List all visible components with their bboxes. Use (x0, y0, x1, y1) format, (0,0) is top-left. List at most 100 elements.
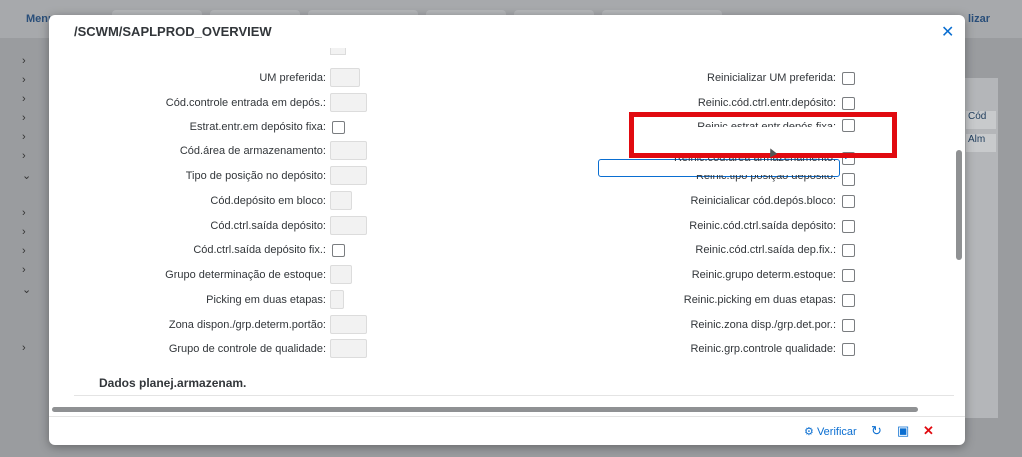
field-row: Grupo determinação de estoque: (49, 265, 326, 285)
zona-dispon-input[interactable] (330, 315, 367, 334)
field-row: Reinic.cód.ctrl.saída depósito: (549, 216, 836, 236)
save-icon[interactable]: ▣ (897, 423, 909, 439)
tree-node[interactable]: › (22, 55, 50, 67)
tree-node[interactable]: › (22, 245, 50, 257)
field-label: Cód.área de armazenamento: (179, 145, 326, 157)
field-row: Estrat.entr.em depósito fixa: (49, 117, 326, 137)
field-label: Reinic.cód.ctrl.saída dep.fix.: (695, 244, 836, 256)
field-row: Cód.controle entrada em depós.: (49, 93, 326, 113)
input-field-partial (330, 48, 346, 55)
tree-node[interactable]: › (22, 342, 50, 354)
section-title: Dados planej.armazenam. (99, 376, 247, 390)
cod-ctrl-saida-input[interactable] (330, 216, 367, 235)
estrat-entr-checkbox[interactable] (332, 121, 345, 134)
cod-controle-entrada-input[interactable] (330, 93, 367, 112)
field-row: UM preferida: (49, 68, 326, 88)
tree-node[interactable]: › (22, 226, 50, 238)
reinic-zona-disp-checkbox[interactable] (842, 319, 855, 332)
verificar-button[interactable]: ⚙ Verificar (804, 425, 857, 438)
field-row: Picking em duas etapas: (49, 290, 326, 310)
field-label: Cód.ctrl.saída depósito fix.: (193, 244, 326, 256)
cod-area-armazenamento-input[interactable] (330, 141, 367, 160)
field-row: Grupo de controle de qualidade: (49, 339, 326, 359)
field-label: Reinic.cód.ctrl.entr.depósito: (697, 97, 836, 109)
reinic-cod-depos-bloco-checkbox[interactable] (842, 195, 855, 208)
tree-node[interactable]: › (22, 112, 50, 124)
field-row: Reinicialicar cód.depós.bloco: (549, 191, 836, 211)
field-label: Cód.depósito em bloco: (210, 195, 326, 207)
grupo-determinacao-input[interactable] (330, 265, 352, 284)
field-row: Cód.depósito em bloco: (49, 191, 326, 211)
vertical-scrollbar[interactable] (956, 150, 962, 260)
tree-node[interactable]: ⌄ (22, 169, 50, 182)
field-label: Reinic.zona disp./grp.det.por.: (690, 319, 836, 331)
reinic-picking-checkbox[interactable] (842, 294, 855, 307)
refresh-icon[interactable]: ↻ (871, 423, 882, 439)
background-table (963, 78, 998, 418)
cod-ctrl-saida-fix-checkbox[interactable] (332, 244, 345, 257)
field-label: Grupo determinação de estoque: (165, 269, 326, 281)
reinic-grp-controle-checkbox[interactable] (842, 343, 855, 356)
section-divider (74, 395, 954, 396)
update-label[interactable]: lizar (968, 13, 990, 25)
product-overview-dialog: /SCWM/SAPLPROD_OVERVIEW ✕ UM preferida: … (49, 15, 965, 445)
field-row: Reinic.zona disp./grp.det.por.: (549, 315, 836, 335)
field-label: Reinic.grupo determ.estoque: (691, 269, 836, 281)
close-icon[interactable]: ✕ (941, 22, 954, 42)
reinic-cod-ctrl-saida-fix-checkbox[interactable] (842, 244, 855, 257)
check-icon: ⚙ (804, 426, 814, 438)
field-row: Reinic.picking em duas etapas: (549, 290, 836, 310)
field-label: Reinicialicar cód.depós.bloco: (690, 195, 836, 207)
horizontal-scrollbar[interactable] (52, 407, 918, 412)
dialog-content: UM preferida: Cód.controle entrada em de… (49, 48, 957, 406)
tree-node[interactable]: › (22, 150, 50, 162)
field-label: Reinicializar UM preferida: (707, 72, 836, 84)
field-label: Reinic.cód.ctrl.saída depósito: (689, 220, 836, 232)
field-label: Zona dispon./grp.determ.portão: (168, 319, 326, 331)
field-row: Zona dispon./grp.determ.portão: (49, 315, 326, 335)
um-preferida-input[interactable] (330, 68, 360, 87)
reinic-grupo-determ-checkbox[interactable] (842, 269, 855, 282)
field-row: Reinicializar UM preferida: (549, 68, 836, 88)
field-label: Grupo de controle de qualidade: (168, 343, 326, 355)
field-row: Reinic.tipo posição depósito: (549, 175, 836, 186)
tree-node[interactable]: ⌄ (22, 283, 50, 296)
reinic-um-preferida-checkbox[interactable] (842, 72, 855, 85)
tree-node[interactable]: › (22, 74, 50, 86)
tipo-posicao-input[interactable] (330, 166, 367, 185)
bg-cell: Alm (966, 134, 996, 152)
reinic-tipo-posicao-checkbox[interactable] (842, 173, 855, 186)
reinic-cod-ctrl-entr-checkbox[interactable] (842, 97, 855, 110)
field-label: Picking em duas etapas: (206, 294, 326, 306)
field-label: Cód.controle entrada em depós.: (165, 97, 326, 109)
field-row: Tipo de posição no depósito: (49, 166, 326, 186)
dialog-title: /SCWM/SAPLPROD_OVERVIEW (74, 24, 272, 39)
field-row: Reinic.cód.ctrl.saída dep.fix.: (549, 240, 836, 260)
verificar-label: Verificar (816, 426, 857, 438)
bg-column-header: Cód (966, 111, 996, 129)
reinic-cod-ctrl-saida-checkbox[interactable] (842, 220, 855, 233)
field-label: UM preferida: (259, 72, 326, 84)
field-row: Cód.área de armazenamento: (49, 141, 326, 161)
highlight-annotation (629, 112, 897, 158)
cancel-icon[interactable]: ✕ (923, 423, 934, 439)
picking-duas-etapas-input[interactable] (330, 290, 344, 309)
field-row: Reinic.cód.ctrl.entr.depósito: (549, 93, 836, 113)
field-row: Reinic.grp.controle qualidade: (549, 339, 836, 359)
dialog-header: /SCWM/SAPLPROD_OVERVIEW ✕ (49, 15, 965, 48)
field-label: Cód.ctrl.saída depósito: (210, 220, 326, 232)
grupo-controle-qualidade-input[interactable] (330, 339, 367, 358)
field-row: Cód.ctrl.saída depósito: (49, 216, 326, 236)
tree-node[interactable]: › (22, 93, 50, 105)
cod-deposito-bloco-input[interactable] (330, 191, 352, 210)
field-label: Reinic.tipo posição depósito: (695, 175, 836, 182)
field-label: Tipo de posição no depósito: (185, 170, 326, 182)
field-row: Reinic.grupo determ.estoque: (549, 265, 836, 285)
tree-node[interactable]: › (22, 131, 50, 143)
field-label: Reinic.grp.controle qualidade: (690, 343, 836, 355)
field-label: Reinic.picking em duas etapas: (683, 294, 836, 306)
dialog-footer: ⚙ Verificar ↻ ▣ ✕ (49, 416, 965, 445)
field-row: Cód.ctrl.saída depósito fix.: (49, 240, 326, 260)
tree-node[interactable]: › (22, 264, 50, 276)
tree-node[interactable]: › (22, 207, 50, 219)
